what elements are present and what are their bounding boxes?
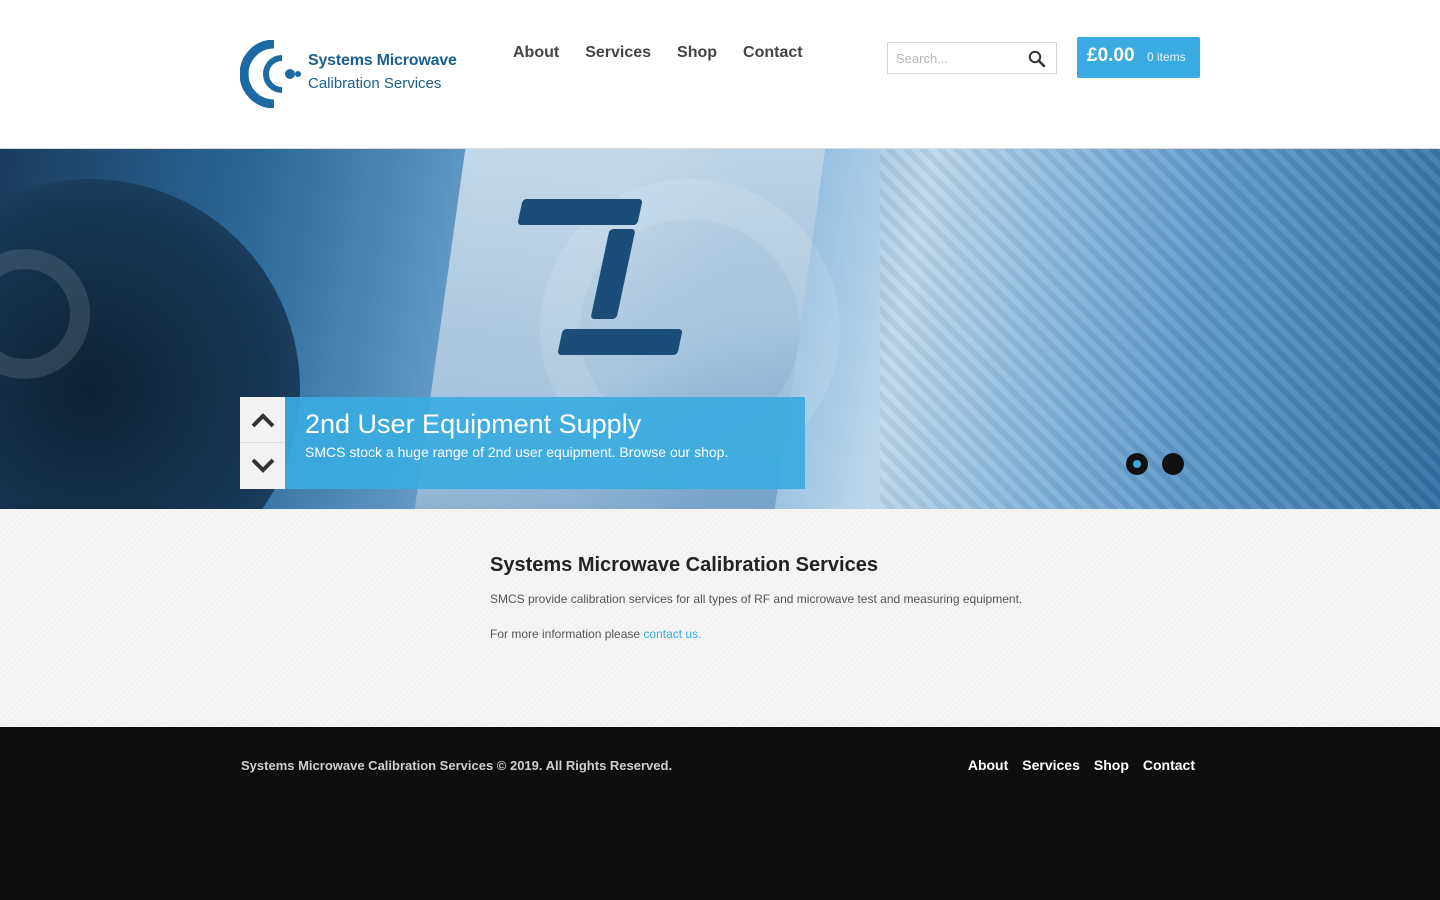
intro-paragraph: SMCS provide calibration services for al… (490, 592, 1023, 606)
nav-services[interactable]: Services (585, 44, 651, 62)
chevron-down-icon (251, 458, 274, 473)
footer-nav-shop[interactable]: Shop (1094, 757, 1129, 773)
site-logo[interactable]: Systems Microwave Calibration Services (240, 40, 465, 108)
hero-lcd-segment (517, 199, 643, 225)
logo-subtitle: Calibration Services (308, 75, 442, 92)
slide-caption-body[interactable]: 2nd User Equipment Supply SMCS stock a h… (285, 397, 805, 489)
main-nav: About Services Shop Contact (513, 44, 803, 62)
slide-title: 2nd User Equipment Supply (305, 409, 642, 439)
hero-lcd-segment (557, 329, 683, 355)
footer-nav-about[interactable]: About (968, 757, 1008, 773)
page-heading: Systems Microwave Calibration Services (490, 554, 878, 576)
search-box (887, 42, 1057, 74)
search-icon[interactable] (1028, 50, 1046, 68)
hero-slider: 2nd User Equipment Supply SMCS stock a h… (0, 149, 1440, 509)
cart-button[interactable]: £0.00 0 items (1077, 37, 1200, 78)
logo-title: Systems Microwave (308, 52, 457, 69)
slide-text: SMCS stock a huge range of 2nd user equi… (305, 444, 729, 460)
chevron-up-icon (251, 412, 274, 427)
contact-paragraph: For more information please contact us. (490, 627, 701, 641)
nav-shop[interactable]: Shop (677, 44, 717, 62)
slide-dot-2[interactable] (1162, 453, 1184, 475)
copyright-text: Systems Microwave Calibration Services ©… (241, 758, 673, 773)
slide-prev-button[interactable] (240, 397, 285, 443)
site-header: Systems Microwave Calibration Services A… (0, 0, 1440, 149)
slide-caption: 2nd User Equipment Supply SMCS stock a h… (240, 397, 805, 489)
search-input[interactable] (888, 43, 1023, 73)
main-content: Systems Microwave Calibration Services S… (0, 509, 1440, 727)
logo-mark-icon (240, 40, 301, 108)
contact-us-link[interactable]: contact us. (643, 627, 701, 641)
nav-contact[interactable]: Contact (743, 44, 803, 62)
footer-nav: About Services Shop Contact (968, 757, 1195, 773)
slide-pagination (1126, 453, 1184, 475)
slide-next-button[interactable] (240, 443, 285, 489)
footer-nav-contact[interactable]: Contact (1143, 757, 1195, 773)
slide-dot-1[interactable] (1126, 453, 1148, 475)
cart-items: 0 items (1147, 50, 1186, 64)
contact-prefix: For more information please (490, 627, 644, 641)
slide-arrows (240, 397, 285, 489)
cart-amount: £0.00 (1087, 45, 1135, 66)
footer-nav-services[interactable]: Services (1022, 757, 1080, 773)
site-footer: Systems Microwave Calibration Services ©… (0, 727, 1440, 900)
nav-about[interactable]: About (513, 44, 559, 62)
